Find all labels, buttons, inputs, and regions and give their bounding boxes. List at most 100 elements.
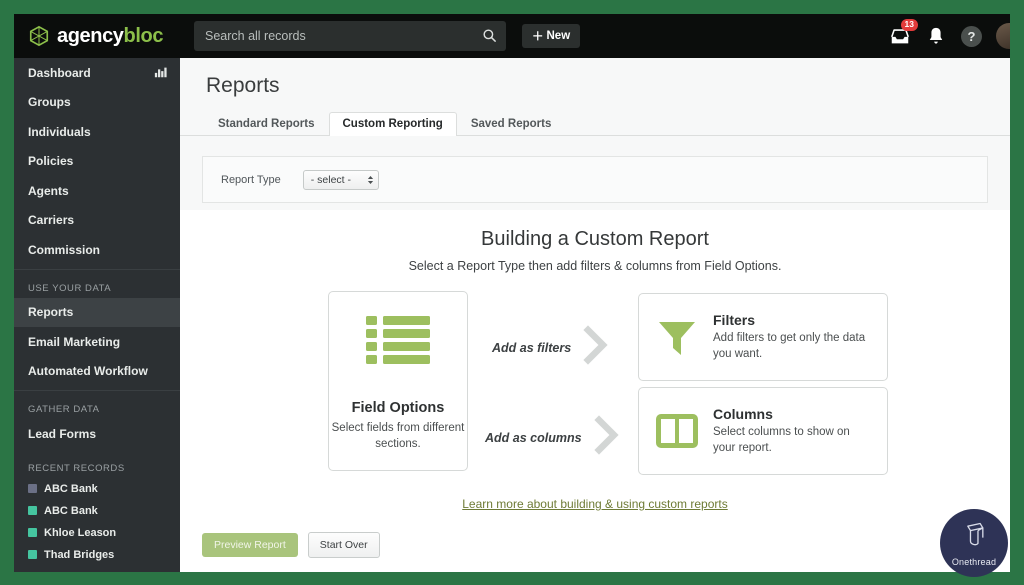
- field-options-description: Select fields from different sections.: [331, 422, 465, 450]
- user-avatar[interactable]: [996, 23, 1010, 49]
- inbox-icon[interactable]: 13: [889, 19, 918, 47]
- record-color-swatch: [28, 528, 37, 537]
- sidebar-item-label: Email Marketing: [28, 334, 121, 349]
- main-content: Reports Standard Reports Custom Reportin…: [180, 58, 1010, 572]
- filters-card[interactable]: Filters Add filters to get only the data…: [638, 293, 888, 381]
- sidebar-section-recent-records: RECENT RECORDS: [28, 462, 125, 474]
- field-options-card[interactable]: Field Options Select fields from differe…: [328, 291, 468, 471]
- filters-card-description: Add filters to get only the data you wan…: [713, 331, 866, 360]
- learn-more-link[interactable]: Learn more about building & using custom…: [180, 497, 1010, 511]
- screen-frame: agencybloc ＋ New 13: [0, 0, 1024, 585]
- cube-logo-icon: [28, 25, 50, 47]
- sidebar-item-label: Carriers: [28, 213, 75, 228]
- start-over-button[interactable]: Start Over: [307, 532, 380, 558]
- sidebar-divider-2: [14, 390, 180, 391]
- hero-subtitle: Select a Report Type then add filters & …: [408, 259, 782, 273]
- sidebar-item-label: Commission: [28, 242, 101, 257]
- new-button[interactable]: ＋ New: [522, 24, 581, 48]
- sidebar-item-label: Individuals: [28, 124, 91, 139]
- sidebar-item-carriers[interactable]: Carriers: [14, 206, 180, 236]
- filters-card-text: Filters Add filters to get only the data…: [713, 312, 871, 362]
- columns-card[interactable]: Columns Select columns to show on your r…: [638, 387, 888, 475]
- onethread-label: Onethread: [951, 556, 997, 567]
- search-icon[interactable]: [482, 28, 497, 48]
- search-input[interactable]: [194, 21, 506, 51]
- brand-wordmark: agencybloc: [57, 25, 163, 48]
- bar-chart-icon: [154, 65, 168, 82]
- sidebar-item-groups[interactable]: Groups: [14, 88, 180, 118]
- columns-icon: [655, 409, 699, 453]
- sidebar-item-label: Reports: [28, 305, 74, 320]
- sidebar-item-label: Lead Forms: [28, 426, 97, 441]
- connector-add-as-filters: Add as filters: [492, 325, 609, 370]
- onethread-logo-icon: [959, 520, 989, 555]
- record-label: ABC Bank: [44, 504, 98, 517]
- record-label: Account House: [44, 571, 125, 573]
- sidebar-item-reports[interactable]: Reports: [14, 297, 180, 327]
- brand-wordmark-first: agency: [57, 24, 124, 47]
- sidebar-item-label: Automated Workflow: [28, 364, 148, 379]
- page-title: Reports: [206, 74, 280, 97]
- footer-buttons: Preview Report Start Over: [202, 532, 380, 558]
- top-bar: agencybloc ＋ New 13: [14, 14, 1010, 58]
- app-window: agencybloc ＋ New 13: [14, 14, 1010, 572]
- sidebar-item-automated-workflow[interactable]: Automated Workflow: [14, 357, 180, 387]
- record-label: ABC Bank: [44, 482, 98, 495]
- chevron-right-icon: [583, 325, 609, 370]
- record-color-swatch: [28, 550, 37, 559]
- sidebar-item-lead-forms[interactable]: Lead Forms: [14, 419, 180, 449]
- sidebar-item-email-marketing[interactable]: Email Marketing: [14, 327, 180, 357]
- sidebar-section-use-your-data: USE YOUR DATA: [28, 282, 112, 294]
- list-item[interactable]: Thad Bridges: [14, 544, 180, 566]
- onethread-widget[interactable]: Onethread: [940, 509, 1008, 577]
- sidebar-item-policies[interactable]: Policies: [14, 147, 180, 177]
- tab-saved-reports[interactable]: Saved Reports: [457, 112, 566, 136]
- brand-logo[interactable]: agencybloc: [14, 25, 180, 48]
- record-color-swatch: [28, 506, 37, 515]
- sidebar-item-agents[interactable]: Agents: [14, 176, 180, 206]
- question-mark-icon[interactable]: ?: [961, 25, 982, 47]
- connector-label: Add as filters: [492, 340, 572, 355]
- report-builder-flow: Field Options Select fields from differe…: [180, 291, 1010, 483]
- plus-icon: ＋: [532, 31, 544, 43]
- tab-custom-reporting[interactable]: Custom Reporting: [328, 112, 457, 136]
- report-type-select[interactable]: - select -: [302, 169, 379, 190]
- sidebar-item-individuals[interactable]: Individuals: [14, 117, 180, 147]
- sidebar-section-gather-data: GATHER DATA: [28, 404, 100, 415]
- field-options-title: Field Options: [351, 400, 445, 416]
- list-item[interactable]: ABC Bank: [14, 500, 180, 522]
- sidebar: Dashboard Groups Individuals Policies Ag…: [14, 58, 180, 572]
- columns-card-description: Select columns to show on your report.: [713, 425, 850, 454]
- sidebar-divider-1: [14, 268, 180, 270]
- inbox-badge: 13: [900, 19, 918, 31]
- search-box[interactable]: [194, 21, 506, 51]
- preview-report-button[interactable]: Preview Report: [202, 533, 298, 557]
- bell-icon[interactable]: [925, 25, 947, 47]
- tab-standard-reports[interactable]: Standard Reports: [204, 112, 329, 136]
- chevron-right-icon: [593, 415, 620, 460]
- funnel-icon: [655, 315, 699, 359]
- tab-bar: Standard Reports Custom Reporting Saved …: [180, 110, 1010, 136]
- sidebar-item-dashboard[interactable]: Dashboard: [14, 58, 180, 88]
- custom-report-canvas: Building a Custom Report Select a Report…: [180, 210, 1010, 572]
- record-color-swatch: [28, 484, 37, 493]
- brand-wordmark-second: bloc: [123, 24, 164, 47]
- list-options-icon: [364, 314, 432, 366]
- list-item[interactable]: Khloe Leason: [14, 522, 180, 544]
- columns-card-text: Columns Select columns to show on your r…: [713, 406, 871, 456]
- list-item[interactable]: Account House: [14, 566, 180, 573]
- connector-add-as-columns: Add as columns: [485, 415, 620, 460]
- sidebar-item-label: Dashboard: [28, 65, 91, 80]
- sidebar-item-label: Policies: [28, 154, 74, 169]
- sidebar-item-label: Groups: [28, 95, 71, 110]
- list-item[interactable]: ABC Bank: [14, 478, 180, 500]
- record-label: Khloe Leason: [44, 526, 117, 539]
- select-spinner-icon: [367, 175, 374, 185]
- record-label: Thad Bridges: [44, 548, 115, 561]
- report-type-selected-value: - select -: [310, 173, 351, 186]
- top-bar-actions: 13 ?: [889, 14, 1010, 58]
- hero-title: Building a Custom Report: [481, 228, 709, 250]
- sidebar-item-commission[interactable]: Commission: [14, 235, 180, 265]
- report-type-bar: Report Type - select -: [202, 156, 988, 203]
- filters-card-title: Filters: [713, 311, 756, 328]
